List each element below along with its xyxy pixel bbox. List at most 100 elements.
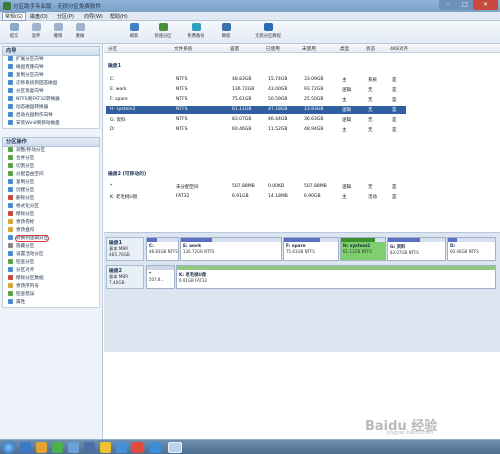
table-row[interactable]: K: 老毛桃U盘 FAT32 6.91GB 14.18MB 6.90GB 主 活动 是 [106, 193, 406, 201]
op-copy[interactable]: 复制分区 [3, 179, 99, 187]
partition-block[interactable]: F: spare 75.61GB NTFS [283, 237, 339, 261]
wizard-icon [8, 56, 13, 61]
col-partition[interactable]: 分区 [108, 46, 117, 52]
col-type[interactable]: 类型 [340, 46, 349, 52]
sidebar-item-ntfs-fat32[interactable]: NTFS到FAT32转换器 [3, 96, 99, 104]
op-wipe-data[interactable]: 擦除分区数据 [3, 275, 99, 283]
discard-button[interactable]: 放弃 [26, 23, 46, 39]
sidebar-item-partition-recovery[interactable]: 分区恢复向导 [3, 88, 99, 96]
op-change-serial[interactable]: 更改序列号 [3, 283, 99, 291]
op-check[interactable]: 检查分区 [3, 259, 99, 267]
minimize-button[interactable]: – [439, 0, 457, 10]
split-icon [8, 163, 13, 168]
col-filesystem[interactable]: 文件系统 [174, 46, 192, 52]
table-row[interactable]: H: system2 NTFS 61.11GB 47.18GB 13.93GB 逻辑 无 是 [106, 106, 406, 114]
table-cell: D: [110, 127, 115, 132]
sidebar-item-migrate-os[interactable]: 迁移系统到固态磁盘 [3, 80, 99, 88]
disk2-label[interactable]: 磁盘2 基本 MBR 7.40GB [106, 265, 144, 289]
table-cell: 是 [392, 185, 397, 190]
menu-help[interactable]: 帮助(H) [110, 13, 128, 20]
table-cell: 逻辑 [342, 185, 351, 190]
table-cell: 主 [342, 128, 347, 133]
table-row[interactable]: * 未分配空间 507.88MB 0.00KB 507.88MB 逻辑 无 是 [106, 183, 406, 191]
op-wipe[interactable]: 擦除分区 [3, 211, 99, 219]
refresh-button[interactable]: 刷新 [124, 23, 144, 39]
col-used[interactable]: 已使用 [266, 46, 280, 52]
partition-info: 6.91GB FAT32 [179, 278, 207, 283]
taskbar-browser-icon[interactable] [116, 442, 127, 453]
col-4k-aligned[interactable]: 4KB对齐 [390, 46, 408, 52]
partition-block[interactable]: K: 老毛桃U盘 6.91GB FAT32 [176, 265, 496, 289]
partition-block[interactable]: E: work 136.72GB NTFS [180, 237, 282, 261]
op-merge[interactable]: 合并分区 [3, 155, 99, 163]
taskbar-folder-icon[interactable] [36, 442, 47, 453]
partition-usage-bar [177, 266, 495, 270]
start-button[interactable] [2, 441, 15, 454]
col-status[interactable]: 状态 [366, 46, 375, 52]
table-row[interactable]: F: spare NTFS 75.61GB 50.59GB 25.50GB 主 无 是 [106, 96, 406, 104]
partition-block[interactable]: D: 60.46GB NTFS [447, 237, 496, 261]
op-change-letter[interactable]: 更改盘符 [3, 227, 99, 235]
taskbar-ie-icon[interactable] [20, 442, 31, 453]
table-cell: 逻辑 [342, 88, 351, 93]
undo-button[interactable]: 撤销 [48, 23, 68, 39]
close-button[interactable]: ✕ [473, 0, 498, 10]
partition-block[interactable]: C: 48.83GB NTFS [146, 237, 179, 261]
taskbar-chat-icon[interactable] [52, 442, 63, 453]
op-check-errors[interactable]: 检查错误 [3, 291, 99, 299]
table-row[interactable]: D: NTFS 60.46GB 11.52GB 48.94GB 主 无 是 [106, 126, 406, 134]
table-cell: 系统 [368, 78, 377, 83]
taskbar-mi-icon[interactable] [132, 442, 143, 453]
apply-button[interactable]: 提交 [4, 23, 24, 39]
op-delete[interactable]: 删除分区 [3, 195, 99, 203]
menu-partition[interactable]: 分区(P) [57, 13, 74, 20]
op-split[interactable]: 切割分区 [3, 163, 99, 171]
table-row[interactable]: G: 资料 NTFS 83.07GB 46.44GB 36.63GB 逻辑 无 是 [106, 116, 406, 124]
sidebar-item-bootable-media[interactable]: 启动光盘制作向导 [3, 112, 99, 120]
taskbar-app-icon[interactable] [84, 442, 95, 453]
sidebar-item-dynamic-disk[interactable]: 动态磁盘转换器 [3, 104, 99, 112]
table-cell: 无 [368, 118, 373, 123]
table-row[interactable]: E: work NTFS 136.72GB 43.00GB 93.72GB 逻辑 无 是 [106, 86, 406, 94]
menu-wizard[interactable]: 向导(W) [84, 13, 103, 20]
col-capacity[interactable]: 容量 [230, 46, 239, 52]
op-create[interactable]: 创建分区 [3, 187, 99, 195]
table-cell: 是 [392, 108, 397, 113]
taskbar-media-icon[interactable] [68, 442, 79, 453]
op-allocate-free-space[interactable]: 分配自由空间 [3, 171, 99, 179]
taskbar-qq-icon[interactable] [100, 442, 111, 453]
op-resize-move[interactable]: 调整/移动分区 [3, 147, 99, 155]
quick-partition-button[interactable]: 快速分区 [150, 23, 176, 39]
op-properties[interactable]: 属性 [3, 299, 99, 307]
partition-block[interactable]: H: system2 61.11GB NTFS [340, 237, 386, 261]
lossless-tutorial-button[interactable]: 无损分区教程 [248, 23, 288, 39]
op-change-label[interactable]: 更改卷标 [3, 219, 99, 227]
op-hide[interactable]: 隐藏分区 [3, 243, 99, 251]
sidebar-item-extend-wizard[interactable]: 扩展分区向导 [3, 56, 99, 64]
op-format[interactable]: 格式化分区 [3, 203, 99, 211]
maximize-button[interactable]: □ [457, 0, 473, 10]
partition-block[interactable]: G: 资料 83.07GB NTFS [387, 237, 446, 261]
sidebar-item-disk-clone[interactable]: 磁盘克隆向导 [3, 64, 99, 72]
table-cell: 6.90GB [304, 194, 321, 199]
free-backup-button[interactable]: 免费备份 [183, 23, 209, 39]
redo-button[interactable]: 重做 [70, 23, 90, 39]
table-row[interactable]: C: NTFS 48.83GB 15.74GB 33.09GB 主 系统 是 [106, 76, 406, 84]
op-convert-logical[interactable]: 转换到逻辑分区 [3, 235, 99, 243]
menu-disk[interactable]: 磁盘(D) [30, 13, 48, 20]
menu-general[interactable]: 常规(G) [2, 12, 26, 21]
main-panel: 分区 文件系统 容量 已使用 未使用 类型 状态 4KB对齐 磁盘1 C: NTF… [104, 44, 500, 439]
table-cell: F: spare [110, 97, 128, 102]
tutorial-button[interactable]: 教程 [216, 23, 236, 39]
sidebar-item-win8-to-go[interactable]: 安装Win8到移动磁盘 [3, 120, 99, 128]
op-set-active[interactable]: 设置活动分区 [3, 251, 99, 259]
taskbar-partition-assistant-icon[interactable] [168, 442, 182, 453]
taskbar-explorer-icon[interactable] [150, 442, 161, 453]
table-cell: 61.11GB [232, 107, 252, 112]
op-align[interactable]: 分区对齐 [3, 267, 99, 275]
col-unused[interactable]: 未使用 [302, 46, 316, 52]
partition-usage-bar [147, 266, 174, 270]
partition-block[interactable]: * 507.8... [146, 265, 175, 289]
sidebar-item-copy-partition-wizard[interactable]: 复制分区向导 [3, 72, 99, 80]
disk1-label[interactable]: 磁盘1 基本 MBR 465.76GB [106, 237, 144, 261]
